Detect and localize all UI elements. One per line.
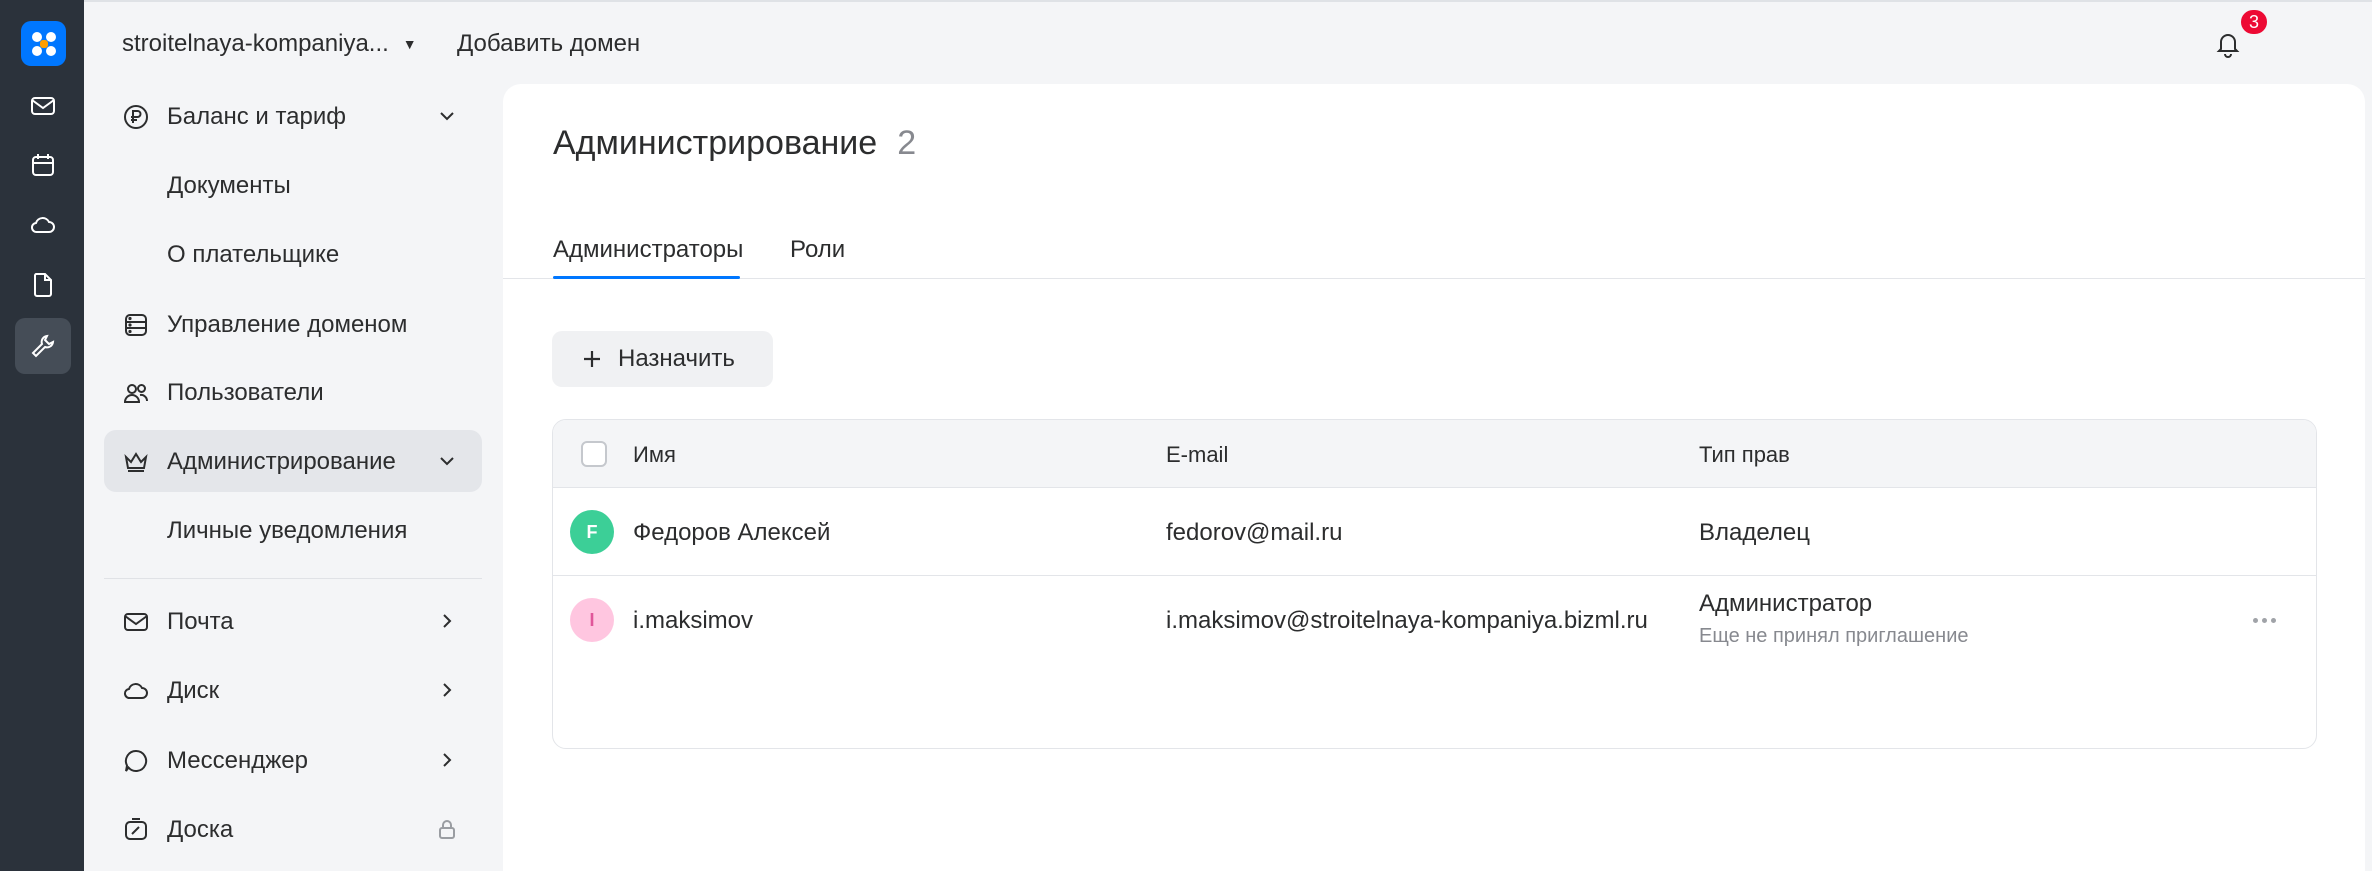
table-row[interactable]: I i.maksimov i.maksimov@stroitelnaya-kom… [553,576,2316,664]
cloud-icon[interactable] [15,197,71,253]
wrench-icon[interactable] [15,318,71,374]
chevron-down-icon [434,103,460,129]
ruble-icon [122,103,150,131]
top-bar: stroitelnaya-kompaniya... ▼ Добавить дом… [84,0,2372,84]
calendar-icon[interactable] [15,137,71,193]
crown-icon [122,448,150,476]
add-domain-link[interactable]: Добавить домен [457,30,640,58]
users-icon [122,379,150,407]
sidebar-divider [104,578,482,579]
sidebar-item-label: Администрирование [167,448,396,475]
plus-icon [584,351,600,367]
row-role: Администратор [1699,590,1873,617]
domain-icon [122,311,150,339]
sidebar-item-label: Диск [167,677,220,704]
active-tab-indicator [553,276,740,279]
row-name: Федоров Алексей [633,519,831,546]
sidebar-item-label: Доска [167,816,234,843]
chevron-right-icon [434,608,460,634]
table-row[interactable]: F Федоров Алексей fedorov@mail.ru Владел… [553,488,2316,576]
lock-icon [434,816,460,842]
avatar: I [570,598,614,642]
row-email: i.maksimov@stroitelnaya-kompaniya.bizml.… [1166,607,1648,634]
notification-badge: 3 [2239,8,2269,36]
select-all-checkbox[interactable] [581,441,607,467]
chevron-right-icon [434,747,460,773]
admins-table: Имя E-mail Тип прав F Федоров Алексей fe… [552,419,2317,749]
sidebar-item-label: Мессенджер [167,747,308,774]
sidebar-item-label: О плательщике [167,241,340,268]
sidebar-item-mail[interactable]: Почта [104,590,482,652]
chevron-down-icon [434,448,460,474]
tabs: Администраторы Роли [503,222,2365,279]
admin-count: 2 [897,124,917,162]
app-rail [0,0,84,871]
column-header-name[interactable]: Имя [633,442,676,468]
assign-button-label: Назначить [618,345,735,372]
sidebar-item-notifications[interactable]: Личные уведомления [104,499,482,561]
sidebar-item-disk[interactable]: Диск [104,659,482,721]
document-icon[interactable] [15,257,71,313]
sidebar-item-label: Почта [167,608,234,635]
sidebar-item-messenger[interactable]: Мессенджер [104,729,482,791]
page-title: Администрирование 2 [553,124,916,163]
org-name: stroitelnaya-kompaniya... [122,30,389,57]
sidebar-item-balance[interactable]: Баланс и тариф [104,85,482,147]
org-selector[interactable]: stroitelnaya-kompaniya... ▼ [122,30,417,58]
tab-administrators[interactable]: Администраторы [553,236,743,264]
sidebar-item-domain[interactable]: Управление доменом [104,293,482,355]
sidebar-item-users[interactable]: Пользователи [104,361,482,423]
column-header-rights[interactable]: Тип прав [1699,442,1790,468]
logo-icon[interactable] [21,21,66,66]
sidebar-item-board[interactable]: Доска [104,798,482,860]
sidebar-item-documents[interactable]: Документы [104,154,482,216]
sidebar-item-administration[interactable]: Администрирование [104,430,482,492]
assign-button[interactable]: Назначить [552,331,773,387]
column-header-email[interactable]: E-mail [1166,442,1228,468]
sidebar-item-label: Пользователи [167,379,324,406]
sidebar-item-payer[interactable]: О плательщике [104,223,482,285]
sidebar-item-label: Управление доменом [167,311,408,338]
tab-roles[interactable]: Роли [790,236,845,264]
mail-icon [122,608,150,636]
avatar: F [570,510,614,554]
more-actions-icon[interactable] [2249,610,2279,630]
chevron-right-icon [434,677,460,703]
table-header: Имя E-mail Тип прав [553,420,2316,488]
cloud-icon [122,677,150,705]
row-email: fedorov@mail.ru [1166,519,1343,546]
sidebar-item-label: Личные уведомления [167,517,408,544]
row-role: Владелец [1699,519,1811,546]
sidebar-item-label: Баланс и тариф [167,103,347,130]
row-name: i.maksimov [633,607,754,634]
chat-icon [122,747,150,775]
mail-icon[interactable] [15,78,71,134]
caret-down-icon: ▼ [402,36,417,52]
invite-status: Еще не принял приглашение [1699,625,1969,647]
page-title-text: Администрирование [553,124,878,162]
board-icon [122,816,150,844]
main-panel: Администрирование 2 Администраторы Роли … [503,84,2365,871]
sidebar-item-label: Документы [167,172,291,199]
